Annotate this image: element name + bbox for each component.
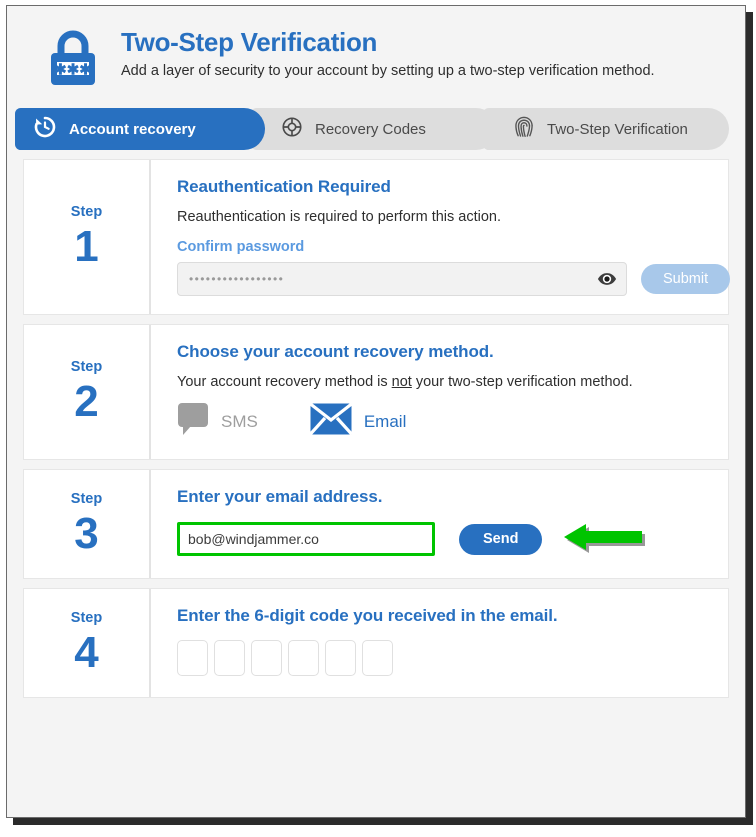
step-indicator-4: Step 4	[24, 589, 149, 697]
verification-code-inputs	[177, 640, 728, 676]
steps-container: Step 1 Reauthentication Required Reauthe…	[7, 150, 745, 698]
submit-button[interactable]: Submit	[641, 264, 731, 294]
step-card-2: Step 2 Choose your account recovery meth…	[23, 324, 729, 460]
step-indicator-3: Step 3	[24, 470, 149, 578]
step-number-1: 1	[74, 222, 99, 272]
code-digit-input[interactable]	[362, 640, 393, 676]
tab-recovery-codes[interactable]: Recovery Codes	[251, 108, 497, 150]
eye-icon[interactable]	[597, 272, 617, 286]
recovery-method-options: SMS Email	[177, 402, 728, 441]
step-body-2: Choose your account recovery method. You…	[149, 325, 728, 459]
step-body-1: Reauthentication Required Reauthenticati…	[149, 160, 731, 314]
step-indicator-1: Step 1	[24, 160, 149, 314]
step-number-2: 2	[74, 377, 99, 427]
step-body-4: Enter the 6-digit code you received in t…	[149, 589, 728, 697]
step-body-3: Enter your email address. Send	[149, 470, 728, 578]
step-number-3: 3	[74, 509, 99, 559]
tab-two-step-verification-label: Two-Step Verification	[547, 120, 688, 138]
confirm-password-label: Confirm password	[177, 239, 305, 255]
step-card-4: Step 4 Enter the 6-digit code you receiv…	[23, 588, 729, 698]
step-word-3: Step	[70, 490, 103, 507]
speech-bubble-icon	[177, 402, 209, 441]
padlock-asterisks-icon: ✱✱✱	[45, 29, 101, 92]
step-2-heading: Choose your account recovery method.	[177, 342, 494, 361]
step-1-heading: Reauthentication Required	[177, 177, 391, 196]
page-header: ✱✱✱ Two-Step Verification Add a layer of…	[7, 6, 745, 102]
green-left-arrow-icon	[560, 519, 646, 559]
step-2-text: Your account recovery method is not your…	[177, 374, 728, 390]
page-title: Two-Step Verification	[121, 27, 378, 57]
code-digit-input[interactable]	[325, 640, 356, 676]
two-step-verification-window: ✱✱✱ Two-Step Verification Add a layer of…	[6, 5, 746, 818]
recovery-method-sms-label: SMS	[221, 411, 258, 431]
step-3-heading: Enter your email address.	[177, 487, 383, 506]
tab-account-recovery[interactable]: Account recovery	[15, 108, 265, 150]
envelope-icon	[309, 402, 353, 440]
send-button[interactable]: Send	[459, 523, 543, 555]
step-word-2: Step	[70, 358, 103, 375]
step-card-3: Step 3 Enter your email address. Send	[23, 469, 729, 579]
code-digit-input[interactable]	[214, 640, 245, 676]
step-2-text-emphasis: not	[391, 374, 412, 390]
step-1-text: Reauthentication is required to perform …	[177, 209, 502, 225]
tab-recovery-codes-label: Recovery Codes	[315, 120, 426, 138]
step-number-4: 4	[74, 628, 99, 678]
recovery-method-email-label: Email	[363, 411, 407, 431]
step-card-1: Step 1 Reauthentication Required Reauthe…	[23, 159, 731, 315]
restore-clock-icon	[33, 115, 57, 143]
code-digit-input[interactable]	[251, 640, 282, 676]
svg-text:✱✱✱: ✱✱✱	[54, 62, 92, 79]
step-2-text-after: your two-step verification method.	[411, 374, 633, 390]
recovery-method-email[interactable]: Email	[309, 402, 407, 440]
fingerprint-icon	[513, 115, 535, 143]
lifebuoy-icon	[281, 116, 303, 142]
step-word-4: Step	[70, 609, 103, 626]
email-address-input[interactable]	[177, 522, 435, 556]
step-2-text-before: Your account recovery method is	[177, 374, 392, 390]
tab-account-recovery-label: Account recovery	[69, 120, 196, 138]
confirm-password-input[interactable]	[177, 262, 627, 296]
tab-two-step-verification[interactable]: Two-Step Verification	[483, 108, 729, 150]
step-4-heading: Enter the 6-digit code you received in t…	[177, 606, 558, 625]
step-word-1: Step	[70, 203, 103, 220]
code-digit-input[interactable]	[177, 640, 208, 676]
page-subtitle: Add a layer of security to your account …	[121, 62, 655, 79]
tab-bar: Account recovery Recovery Codes Two-Step…	[7, 102, 745, 150]
code-digit-input[interactable]	[288, 640, 319, 676]
step-indicator-2: Step 2	[24, 325, 149, 459]
recovery-method-sms[interactable]: SMS	[177, 402, 258, 441]
